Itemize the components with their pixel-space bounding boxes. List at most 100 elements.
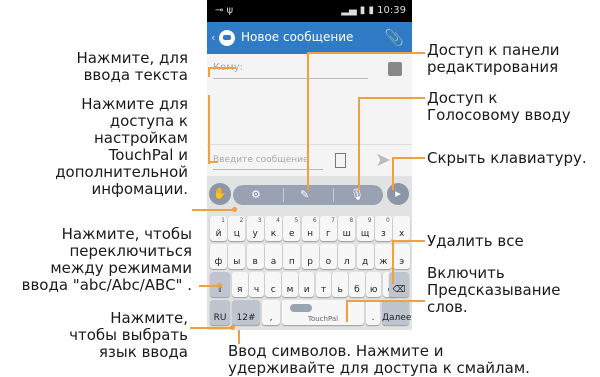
key-н[interactable]: 6н: [301, 216, 319, 241]
key-label: о: [325, 257, 332, 267]
leader-line: [307, 52, 309, 190]
key-secondary-label: 3: [257, 217, 262, 224]
key-я[interactable]: я: [232, 272, 248, 297]
key-label: к: [270, 229, 277, 239]
space-bar[interactable]: TouchPal: [282, 300, 364, 325]
comma-key[interactable]: ,: [262, 300, 280, 325]
key-label: ы: [233, 257, 241, 267]
message-row: Введите сообщение ➤: [207, 144, 412, 177]
enter-key[interactable]: Далее: [382, 300, 412, 325]
annotation-tap-input: Нажмите, для ввода текста: [76, 49, 188, 84]
key-й[interactable]: 1й: [210, 216, 227, 241]
leader-line: [392, 157, 394, 190]
key-ч[interactable]: ч: [248, 272, 265, 297]
leader-dot: [232, 207, 237, 212]
key-а[interactable]: а: [264, 244, 282, 269]
prediction-toggle-icon[interactable]: [290, 304, 312, 312]
key-label: й: [215, 229, 222, 239]
annotation-hide-keyboard: Скрыть клавиатуру.: [427, 149, 587, 167]
recipient-field[interactable]: Кому:: [213, 62, 368, 79]
key-label: г: [326, 229, 331, 239]
key-з[interactable]: 0з: [374, 216, 392, 241]
annotation-symbols-input: Ввод символов. Нажмите и удерживайте для…: [228, 342, 530, 377]
leader-line: [208, 95, 210, 163]
back-icon[interactable]: ‹: [211, 31, 215, 44]
key-э[interactable]: э: [393, 244, 411, 269]
key-м[interactable]: м: [282, 272, 298, 297]
leader-line: [392, 240, 425, 242]
key-label: ц: [233, 229, 240, 239]
contacts-icon[interactable]: [388, 62, 402, 76]
leader-line: [358, 97, 425, 99]
keyboard-toolbar: ✋ ⚙ ✎ 🎙 ▸: [207, 180, 412, 210]
leader-line: [346, 300, 348, 322]
settings-gear-icon[interactable]: ⚙: [251, 185, 261, 205]
touchpal-keyboard: ✋ ⚙ ✎ 🎙 ▸ 1й2ц3у4к5е6н7г8ш9щ0зхфывапролд…: [207, 176, 412, 330]
key-х[interactable]: х: [393, 216, 411, 241]
key-р[interactable]: р: [301, 244, 319, 269]
key-к[interactable]: 4к: [264, 216, 282, 241]
key-п[interactable]: п: [283, 244, 301, 269]
status-left-icons: ⊸ ψ: [215, 5, 234, 16]
key-и[interactable]: и: [298, 272, 315, 297]
annotation-enable-prediction: Включить Предсказывание слов.: [427, 264, 561, 316]
key-secondary-label: 4: [276, 217, 280, 224]
symbols-key[interactable]: 12#: [232, 300, 260, 325]
key-label: л: [343, 257, 350, 267]
toolbar-divider: [283, 188, 284, 202]
leader-line: [199, 285, 219, 287]
key-secondary-label: 6: [312, 217, 317, 224]
key-label: .: [371, 313, 375, 323]
key-label: а: [270, 257, 277, 267]
key-ш[interactable]: 8ш: [338, 216, 356, 241]
status-right: ▂▄ ▮ ▮ 10:39: [341, 5, 406, 16]
key-label: х: [399, 229, 405, 239]
microphone-icon[interactable]: 🎙: [350, 185, 364, 205]
leader-line: [358, 97, 360, 190]
toolbar-divider: [333, 188, 334, 202]
key-у[interactable]: 3у: [246, 216, 264, 241]
key-secondary-label: 8: [349, 217, 354, 224]
key-label: Далее: [382, 313, 412, 323]
leader-line: [307, 52, 425, 54]
leader-line: [392, 240, 394, 284]
attach-icon[interactable]: 📎: [384, 28, 404, 47]
key-label: м: [286, 285, 294, 295]
key-ь[interactable]: ь: [332, 272, 348, 297]
key-с[interactable]: с: [265, 272, 281, 297]
key-ф[interactable]: ф: [210, 244, 227, 269]
annotation-edit-panel: Доступ к панели редактирования: [427, 41, 560, 76]
key-ы[interactable]: ы: [228, 244, 246, 269]
key-ж[interactable]: ж: [374, 244, 392, 269]
key-secondary-label: 0: [386, 217, 390, 224]
key-л[interactable]: л: [338, 244, 356, 269]
language-key[interactable]: RU: [210, 300, 230, 325]
template-icon[interactable]: [335, 153, 346, 168]
key-label: б: [354, 285, 360, 295]
key-о[interactable]: о: [319, 244, 337, 269]
key-label: ю: [369, 285, 378, 295]
key-б[interactable]: б: [349, 272, 365, 297]
phone-screen: ⊸ ψ ▂▄ ▮ ▮ 10:39 ‹ Новое сообщение 📎 Ком…: [207, 0, 412, 330]
touchpal-logo-button[interactable]: ✋: [209, 183, 231, 205]
key-т[interactable]: т: [315, 272, 332, 297]
annotation-touchpal-settings: Нажмите для доступа к настройкам TouchPa…: [55, 95, 188, 198]
leader-line: [192, 209, 234, 211]
key-ц[interactable]: 2ц: [228, 216, 246, 241]
leader-dot: [217, 283, 222, 288]
key-г[interactable]: 7г: [319, 216, 337, 241]
key-label: ж: [379, 257, 388, 267]
key-е[interactable]: 5е: [283, 216, 301, 241]
key-secondary-label: 5: [294, 217, 299, 224]
period-key[interactable]: .: [366, 300, 380, 325]
key-label: ф: [214, 257, 223, 267]
key-д[interactable]: д: [356, 244, 374, 269]
key-secondary-label: 9: [367, 217, 372, 224]
key-щ[interactable]: 9щ: [356, 216, 374, 241]
messaging-app-icon[interactable]: [219, 30, 235, 46]
hide-keyboard-button[interactable]: ▸: [387, 183, 409, 205]
send-icon[interactable]: ➤: [375, 149, 391, 171]
key-в[interactable]: в: [246, 244, 264, 269]
key-ю[interactable]: ю: [365, 272, 382, 297]
leader-dot: [230, 325, 235, 330]
